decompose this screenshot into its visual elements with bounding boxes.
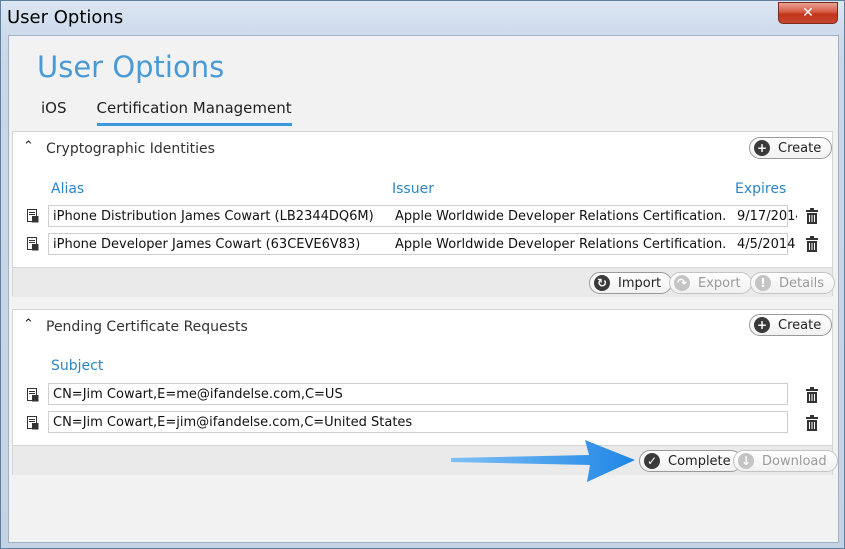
tab-certification-management[interactable]: Certification Management	[96, 99, 292, 126]
import-icon: ↻	[594, 275, 610, 291]
pending-requests-section: ⌃ Pending Certificate Requests + Create …	[12, 309, 838, 475]
request-subject: CN=Jim Cowart,E=me@ifandelse.com,C=US	[53, 387, 343, 402]
identity-issuer: Apple Worldwide Developer Relations Cert…	[395, 209, 725, 224]
column-header-alias[interactable]: Alias	[51, 181, 84, 197]
chevron-up-icon[interactable]: ⌃	[23, 317, 34, 332]
cryptographic-identities-section: ⌃ Cryptographic Identities + Create Alia…	[12, 131, 836, 297]
identity-alias: iPhone Developer James Cowart (63CEVE6V8…	[53, 237, 361, 252]
identity-alias: iPhone Distribution James Cowart (LB2344…	[53, 209, 374, 224]
tab-ios[interactable]: iOS	[41, 99, 67, 126]
title-bar[interactable]: User Options ✕	[1, 1, 844, 35]
identities-header[interactable]: ⌃ Cryptographic Identities	[13, 132, 832, 166]
dialog-content: User Options iOS Certification Managemen…	[8, 35, 839, 543]
import-button[interactable]: ↻ Import	[589, 272, 673, 294]
trash-icon[interactable]	[805, 236, 819, 252]
complete-button[interactable]: ✓ Complete	[639, 450, 742, 472]
annotation-arrow	[451, 440, 635, 482]
chevron-up-icon[interactable]: ⌃	[23, 139, 34, 154]
certificate-request-icon	[27, 416, 39, 430]
create-identity-button[interactable]: + Create	[749, 137, 833, 159]
export-icon: ↷	[674, 275, 690, 291]
column-header-subject[interactable]: Subject	[51, 358, 103, 374]
close-icon: ✕	[802, 5, 814, 21]
identity-expires: 4/5/2014	[737, 237, 796, 252]
certificate-icon	[27, 209, 39, 223]
certificate-request-icon	[27, 388, 39, 402]
trash-icon[interactable]	[805, 387, 819, 403]
column-header-issuer[interactable]: Issuer	[392, 181, 434, 197]
download-icon: ↓	[738, 453, 754, 469]
tab-bar: iOS Certification Management	[41, 99, 322, 126]
identity-issuer: Apple Worldwide Developer Relations Cert…	[395, 237, 725, 252]
complete-label: Complete	[668, 453, 731, 469]
identity-expires: 9/17/2014	[737, 209, 797, 224]
pending-title: Pending Certificate Requests	[46, 319, 248, 335]
table-row[interactable]: CN=Jim Cowart,E=me@ifandelse.com,C=US	[48, 383, 788, 405]
export-button[interactable]: ↷ Export	[669, 272, 752, 294]
checkmark-circle-icon: ✓	[644, 453, 660, 469]
table-row[interactable]: iPhone Developer James Cowart (63CEVE6V8…	[48, 233, 795, 255]
trash-icon[interactable]	[805, 208, 819, 224]
info-icon: !	[755, 275, 771, 291]
window-title: User Options	[7, 7, 124, 28]
pending-header[interactable]: ⌃ Pending Certificate Requests	[13, 310, 832, 344]
create-request-button[interactable]: + Create	[749, 314, 833, 336]
trash-icon[interactable]	[805, 415, 819, 431]
table-row[interactable]: CN=Jim Cowart,E=jim@ifandelse.com,C=Unit…	[48, 411, 788, 433]
download-label: Download	[762, 453, 827, 469]
download-button[interactable]: ↓ Download	[733, 450, 838, 472]
create-identity-label: Create	[778, 140, 822, 156]
table-row[interactable]: iPhone Distribution James Cowart (LB2344…	[48, 205, 797, 227]
certificate-icon	[27, 237, 39, 251]
export-label: Export	[698, 275, 741, 291]
close-button[interactable]: ✕	[778, 2, 838, 24]
plus-circle-icon: +	[754, 317, 770, 333]
request-subject: CN=Jim Cowart,E=jim@ifandelse.com,C=Unit…	[53, 415, 413, 430]
identities-title: Cryptographic Identities	[46, 141, 215, 157]
user-options-window: User Options ✕ User Options iOS Certific…	[0, 0, 845, 549]
plus-circle-icon: +	[754, 140, 770, 156]
pending-footer: ✓ Complete ↓ Download	[13, 445, 838, 475]
create-request-label: Create	[778, 317, 822, 333]
import-label: Import	[618, 275, 662, 291]
details-label: Details	[779, 275, 825, 291]
identities-footer: ↻ Import ↷ Export ! Details	[13, 267, 836, 297]
details-button[interactable]: ! Details	[750, 272, 836, 294]
page-title: User Options	[37, 50, 225, 84]
column-header-expires[interactable]: Expires	[735, 181, 786, 197]
